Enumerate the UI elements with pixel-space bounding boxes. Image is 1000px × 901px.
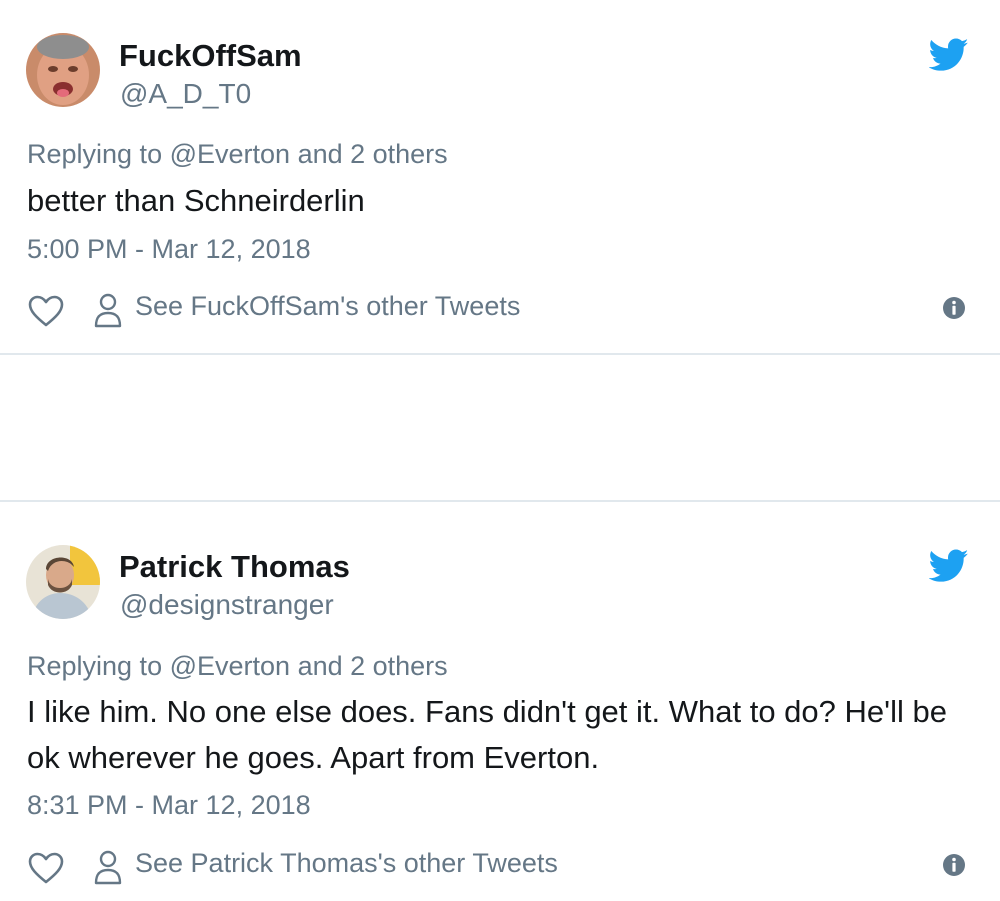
tweet-divider <box>0 353 1000 355</box>
reply-suffix[interactable]: and 2 others <box>290 651 448 681</box>
info-icon[interactable] <box>942 296 966 320</box>
tweet-text: better than Schneirderlin <box>27 183 365 218</box>
person-icon <box>93 849 123 885</box>
twitter-bird-icon[interactable] <box>928 38 969 72</box>
tweet-timestamp[interactable]: 5:00 PM - Mar 12, 2018 <box>27 234 311 265</box>
tweet-timestamp[interactable]: 8:31 PM - Mar 12, 2018 <box>27 790 311 821</box>
tweet-actions: See FuckOffSam's other Tweets <box>27 290 977 330</box>
user-avatar[interactable] <box>26 33 100 107</box>
see-other-tweets-link[interactable]: See Patrick Thomas's other Tweets <box>135 848 558 879</box>
twitter-bird-icon[interactable] <box>928 549 969 583</box>
reply-prefix: Replying to <box>27 139 170 169</box>
user-avatar[interactable] <box>26 545 100 619</box>
reply-context: Replying to @Everton and 2 others <box>27 651 448 682</box>
reply-prefix: Replying to <box>27 651 170 681</box>
user-handle[interactable]: @A_D_T0 <box>120 78 251 110</box>
display-name[interactable]: Patrick Thomas <box>119 549 350 585</box>
info-icon[interactable] <box>942 853 966 877</box>
user-handle[interactable]: @designstranger <box>120 589 334 621</box>
tweet-text: I like him. No one else does. Fans didn'… <box>27 694 947 775</box>
display-name[interactable]: FuckOffSam <box>119 38 302 74</box>
heart-icon[interactable] <box>27 294 65 328</box>
reply-context: Replying to @Everton and 2 others <box>27 139 448 170</box>
heart-icon[interactable] <box>27 851 65 885</box>
see-other-tweets-link[interactable]: See FuckOffSam's other Tweets <box>135 291 520 322</box>
tweet-card: FuckOffSam @A_D_T0 Replying to @Everton … <box>0 0 1000 354</box>
reply-mention-link[interactable]: @Everton <box>170 651 290 681</box>
tweet-card: Patrick Thomas @designstranger Replying … <box>0 502 1000 901</box>
reply-suffix[interactable]: and 2 others <box>290 139 448 169</box>
tweet-actions: See Patrick Thomas's other Tweets <box>27 847 977 887</box>
person-icon <box>93 292 123 328</box>
reply-mention-link[interactable]: @Everton <box>170 139 290 169</box>
